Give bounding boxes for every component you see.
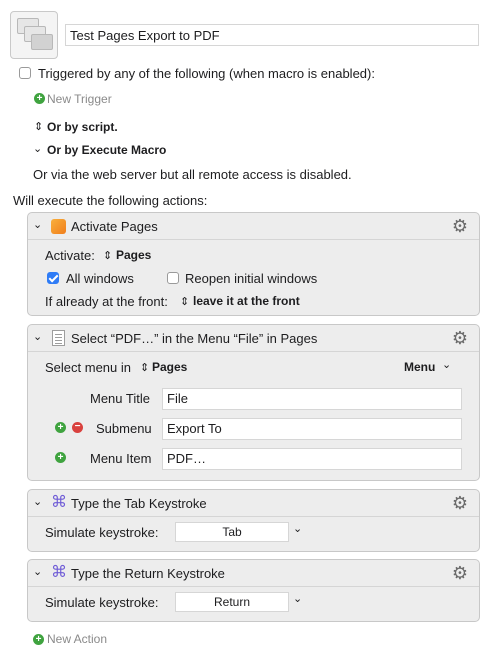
new-action-link[interactable]: New Action [47,632,107,646]
macro-title-field[interactable]: Test Pages Export to PDF [65,24,479,46]
gear-icon[interactable]: ⚙ [451,217,469,235]
keystroke-field[interactable]: Return [175,592,289,612]
collapse-chevron-icon[interactable]: ⌄ [33,565,42,578]
action-type-tab[interactable]: ⌄ ⌘ Type the Tab Keystroke ⚙ Simulate ke… [27,489,480,552]
reopen-windows-checkbox[interactable] [167,272,179,284]
command-key-icon: ⌘ [51,494,67,511]
reopen-windows-label: Reopen initial windows [185,271,318,286]
action-title: Select “PDF…” in the Menu “File” in Page… [71,331,318,346]
web-server-note: Or via the web server but all remote acc… [33,167,352,182]
menu-item-label: Menu Item [90,451,152,466]
remove-submenu-icon[interactable]: − [72,422,83,433]
simulate-keystroke-label: Simulate keystroke: [45,595,159,610]
chevron-down-icon[interactable]: ⌄ [293,522,302,535]
triggers-enabled-checkbox[interactable] [19,67,31,79]
updown-chevron-icon[interactable]: ⇕ [140,361,149,374]
action-title: Type the Tab Keystroke [71,496,207,511]
updown-chevron-icon[interactable]: ⇕ [180,295,189,308]
add-menu-item-icon[interactable]: + [55,452,66,463]
chevron-down-icon[interactable]: ⌄ [293,592,302,605]
triggers-header: Triggered by any of the following (when … [38,66,375,81]
collapse-chevron-icon[interactable]: ⌄ [33,218,42,231]
action-type-return[interactable]: ⌄ ⌘ Type the Return Keystroke ⚙ Simulate… [27,559,480,622]
menu-title-field[interactable]: File [162,388,462,410]
menu-icon [52,330,65,346]
add-submenu-icon[interactable]: + [55,422,66,433]
keystroke-field[interactable]: Tab [175,522,289,542]
updown-chevron-icon[interactable]: ⇕ [103,249,112,262]
add-trigger-icon[interactable]: + [34,93,45,104]
front-behavior-popup[interactable]: leave it at the front [193,294,300,308]
gear-icon[interactable]: ⚙ [451,329,469,347]
collapse-chevron-icon[interactable]: ⌄ [33,330,42,343]
chevron-down-icon[interactable]: ⌄ [442,358,451,371]
menu-title-label: Menu Title [90,391,150,406]
select-menu-app-popup[interactable]: Pages [152,360,187,374]
submenu-label: Submenu [96,421,152,436]
collapse-chevron-icon[interactable]: ⌄ [33,495,42,508]
new-trigger-link[interactable]: New Trigger [47,92,112,106]
action-activate-pages[interactable]: ⌄ Activate Pages ⚙ Activate: ⇕ Pages All… [27,212,480,316]
macro-icon[interactable] [10,11,58,59]
select-menu-in-label: Select menu in [45,360,131,375]
pages-app-icon [51,219,66,234]
gear-icon[interactable]: ⚙ [451,564,469,582]
submenu-field[interactable]: Export To [162,418,462,440]
menu-dropdown[interactable]: Menu [404,360,435,374]
activate-app-popup[interactable]: Pages [116,248,151,262]
all-windows-checkbox[interactable] [47,272,59,284]
activate-label: Activate: [45,248,95,263]
action-title: Type the Return Keystroke [71,566,225,581]
action-title: Activate Pages [71,219,158,234]
gear-icon[interactable]: ⚙ [451,494,469,512]
actions-header: Will execute the following actions: [13,193,208,208]
action-select-menu[interactable]: ⌄ Select “PDF…” in the Menu “File” in Pa… [27,324,480,481]
updown-chevron-icon[interactable]: ⇕ [34,120,43,133]
chevron-down-icon[interactable]: ⌄ [33,142,42,155]
front-label: If already at the front: [45,294,168,309]
or-by-execute-macro[interactable]: Or by Execute Macro [47,143,166,157]
add-action-icon[interactable]: + [33,634,44,645]
all-windows-label: All windows [66,271,134,286]
menu-item-field[interactable]: PDF… [162,448,462,470]
simulate-keystroke-label: Simulate keystroke: [45,525,159,540]
command-key-icon: ⌘ [51,564,67,581]
or-by-script[interactable]: Or by script. [47,120,118,134]
